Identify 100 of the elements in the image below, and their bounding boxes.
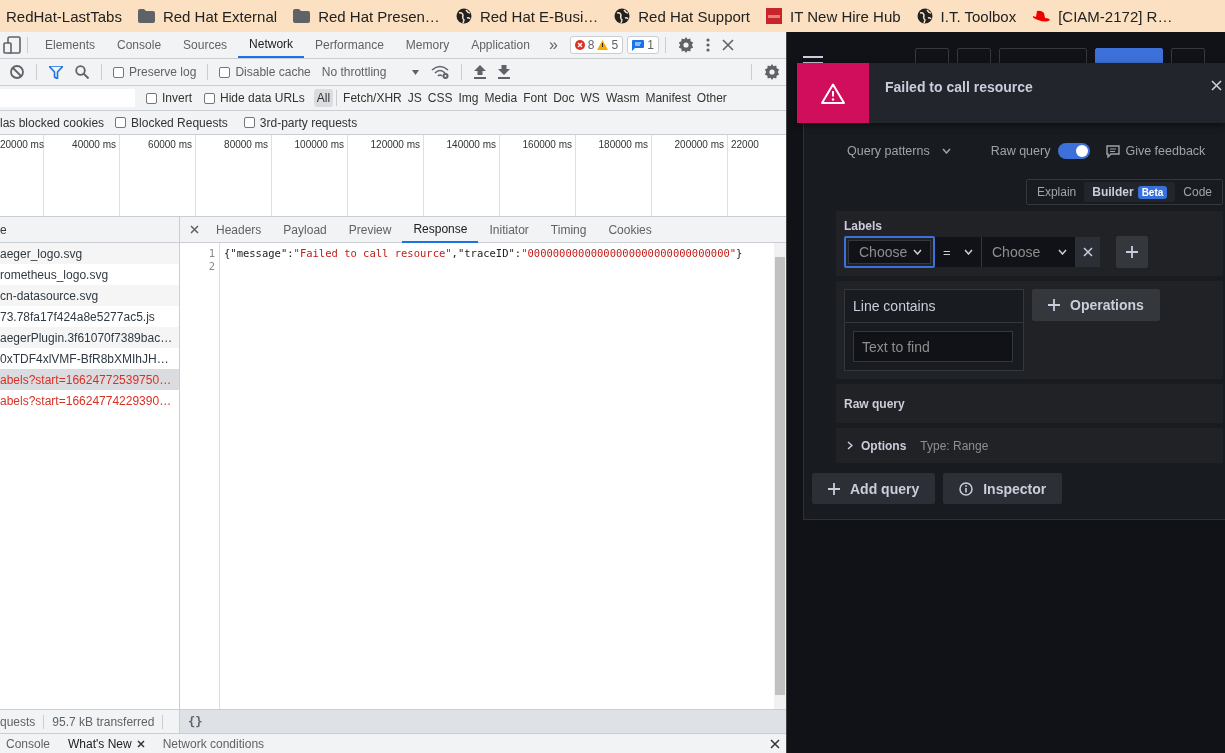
detail-tab[interactable]: Cookies: [597, 216, 663, 243]
request-row[interactable]: abels?start=16624772539750…: [0, 369, 179, 390]
plus-icon: [1126, 246, 1138, 258]
chevron-right-icon[interactable]: [847, 441, 853, 450]
error-icon: [574, 40, 585, 50]
device-toolbar-icon[interactable]: [3, 36, 21, 54]
text-field[interactable]: Text to find: [853, 331, 1013, 362]
request-row[interactable]: aeger_logo.svg: [0, 243, 179, 264]
close-icon: [1082, 247, 1093, 257]
caret-icon: [412, 69, 420, 75]
scrollbar[interactable]: [774, 243, 786, 709]
query-patterns-dropdown[interactable]: Query patterns: [847, 144, 951, 158]
type-filter[interactable]: Img: [455, 89, 482, 107]
settings-icon[interactable]: [677, 37, 694, 53]
panel-tab[interactable]: Application: [460, 32, 541, 58]
detail-tab[interactable]: Preview: [337, 216, 403, 243]
panel-tab[interactable]: Elements: [34, 32, 107, 58]
bookmark-link[interactable]: I.T. Toolbox: [940, 7, 1017, 25]
upload-icon[interactable]: [474, 65, 487, 79]
pretty-print-button[interactable]: {}: [188, 714, 203, 729]
remove-button[interactable]: [1075, 237, 1100, 267]
panel-tab[interactable]: Performance: [304, 32, 395, 58]
feedback-link[interactable]: Give feedback: [1106, 144, 1206, 158]
chevron-down-icon: [964, 249, 973, 255]
type-filter[interactable]: WS: [577, 89, 603, 107]
panel-tab[interactable]: Console: [106, 32, 173, 58]
throttling-select[interactable]: No throttling: [321, 65, 420, 79]
more-tabs-button[interactable]: »: [540, 36, 566, 54]
tick-label: 140000 ms: [446, 139, 496, 150]
checkbox[interactable]: [243, 117, 255, 128]
operator-select[interactable]: =: [935, 237, 981, 267]
type-filter[interactable]: Doc: [550, 89, 578, 107]
checkbox-label: Disable cache: [235, 65, 311, 79]
request-row[interactable]: abels?start=16624774229390…: [0, 390, 179, 411]
mode-option[interactable]: Builder Beta: [1084, 182, 1176, 202]
more-menu-icon[interactable]: [705, 38, 710, 52]
search-icon[interactable]: [75, 65, 89, 79]
bookmark-link[interactable]: RedHat-LastTabs: [6, 7, 122, 25]
bookmark-link[interactable]: Red Hat Support: [638, 7, 750, 25]
messages-counter[interactable]: 1: [627, 36, 659, 54]
detail-tab[interactable]: Response: [402, 216, 479, 243]
mode-option[interactable]: Explain: [1028, 182, 1085, 202]
drawer-tab[interactable]: Console: [6, 736, 51, 751]
label-select[interactable]: Choose: [844, 236, 935, 268]
request-row[interactable]: 73.78fa17f424a8e5277ac5.js: [0, 306, 179, 327]
request-row[interactable]: aegerPlugin.3f61070f7389bac…: [0, 327, 179, 348]
column-header[interactable]: e: [0, 222, 7, 237]
mode-option[interactable]: Code: [1175, 182, 1220, 202]
line-number: 1: [207, 247, 215, 260]
type-filter[interactable]: JS: [404, 89, 425, 107]
toggle-switch[interactable]: [1058, 143, 1091, 159]
bookmark-link[interactable]: Red Hat External: [162, 7, 278, 25]
download-icon[interactable]: [498, 65, 511, 79]
type-filter[interactable]: All: [313, 89, 334, 107]
close-icon[interactable]: [770, 738, 780, 749]
clear-icon[interactable]: [10, 65, 24, 79]
filter-icon[interactable]: [49, 65, 63, 79]
detail-tab[interactable]: Initiator: [478, 216, 540, 243]
type-filter[interactable]: Fetch/XHR: [340, 89, 405, 107]
type-filter[interactable]: Font: [520, 89, 551, 107]
type-filter[interactable]: Manifest: [642, 89, 694, 107]
type-filter[interactable]: Wasm: [602, 89, 643, 107]
bookmark-link[interactable]: Red Hat Presen…: [318, 7, 440, 25]
type-filter[interactable]: Other: [693, 89, 730, 107]
checkbox[interactable]: [113, 66, 124, 78]
section-title: Labels: [844, 219, 883, 233]
panel-tab[interactable]: Sources: [172, 32, 239, 58]
bookmark-link[interactable]: IT New Hire Hub: [790, 7, 901, 25]
type-filter[interactable]: Media: [481, 89, 521, 107]
add-query-button[interactable]: Add query: [812, 473, 936, 504]
options-toggle[interactable]: Options: [861, 438, 907, 453]
type-filter[interactable]: CSS: [424, 89, 456, 107]
bookmark-link[interactable]: Red Hat E-Busi…: [479, 7, 599, 25]
network-conditions-icon[interactable]: [431, 65, 450, 79]
detail-tab[interactable]: Timing: [539, 216, 598, 243]
request-row[interactable]: 0xTDF4xlVMF-BfR8bXMIhJH…: [0, 348, 179, 369]
detail-tab[interactable]: Payload: [272, 216, 338, 243]
inspector-button[interactable]: Inspector: [943, 473, 1063, 504]
value-select[interactable]: Choose: [981, 237, 1075, 267]
checkbox[interactable]: [115, 117, 127, 128]
drawer-tab[interactable]: Network conditions: [162, 736, 265, 751]
close-icon[interactable]: [721, 39, 734, 51]
settings-icon[interactable]: [764, 64, 780, 80]
request-row[interactable]: cn-datasource.svg: [0, 285, 179, 306]
add-label-button[interactable]: [1116, 236, 1148, 268]
checkbox[interactable]: [146, 92, 157, 104]
section-title: Raw query: [844, 396, 905, 411]
panel-tab[interactable]: Memory: [394, 32, 461, 58]
info-icon: [959, 481, 974, 496]
close-icon[interactable]: [136, 739, 145, 748]
bookmark-link[interactable]: [CIAM-2172] R…: [1058, 7, 1173, 25]
checkbox[interactable]: [204, 92, 215, 104]
close-icon[interactable]: [190, 225, 199, 234]
drawer-tab[interactable]: What's New: [68, 736, 132, 751]
detail-tab[interactable]: Headers: [205, 216, 273, 243]
chevron-down-icon: [941, 148, 951, 154]
issues-counter[interactable]: 8 5: [569, 36, 624, 54]
operations-button[interactable]: Operations: [1032, 289, 1160, 321]
request-row[interactable]: rometheus_logo.svg: [0, 264, 179, 285]
checkbox[interactable]: [219, 66, 231, 78]
